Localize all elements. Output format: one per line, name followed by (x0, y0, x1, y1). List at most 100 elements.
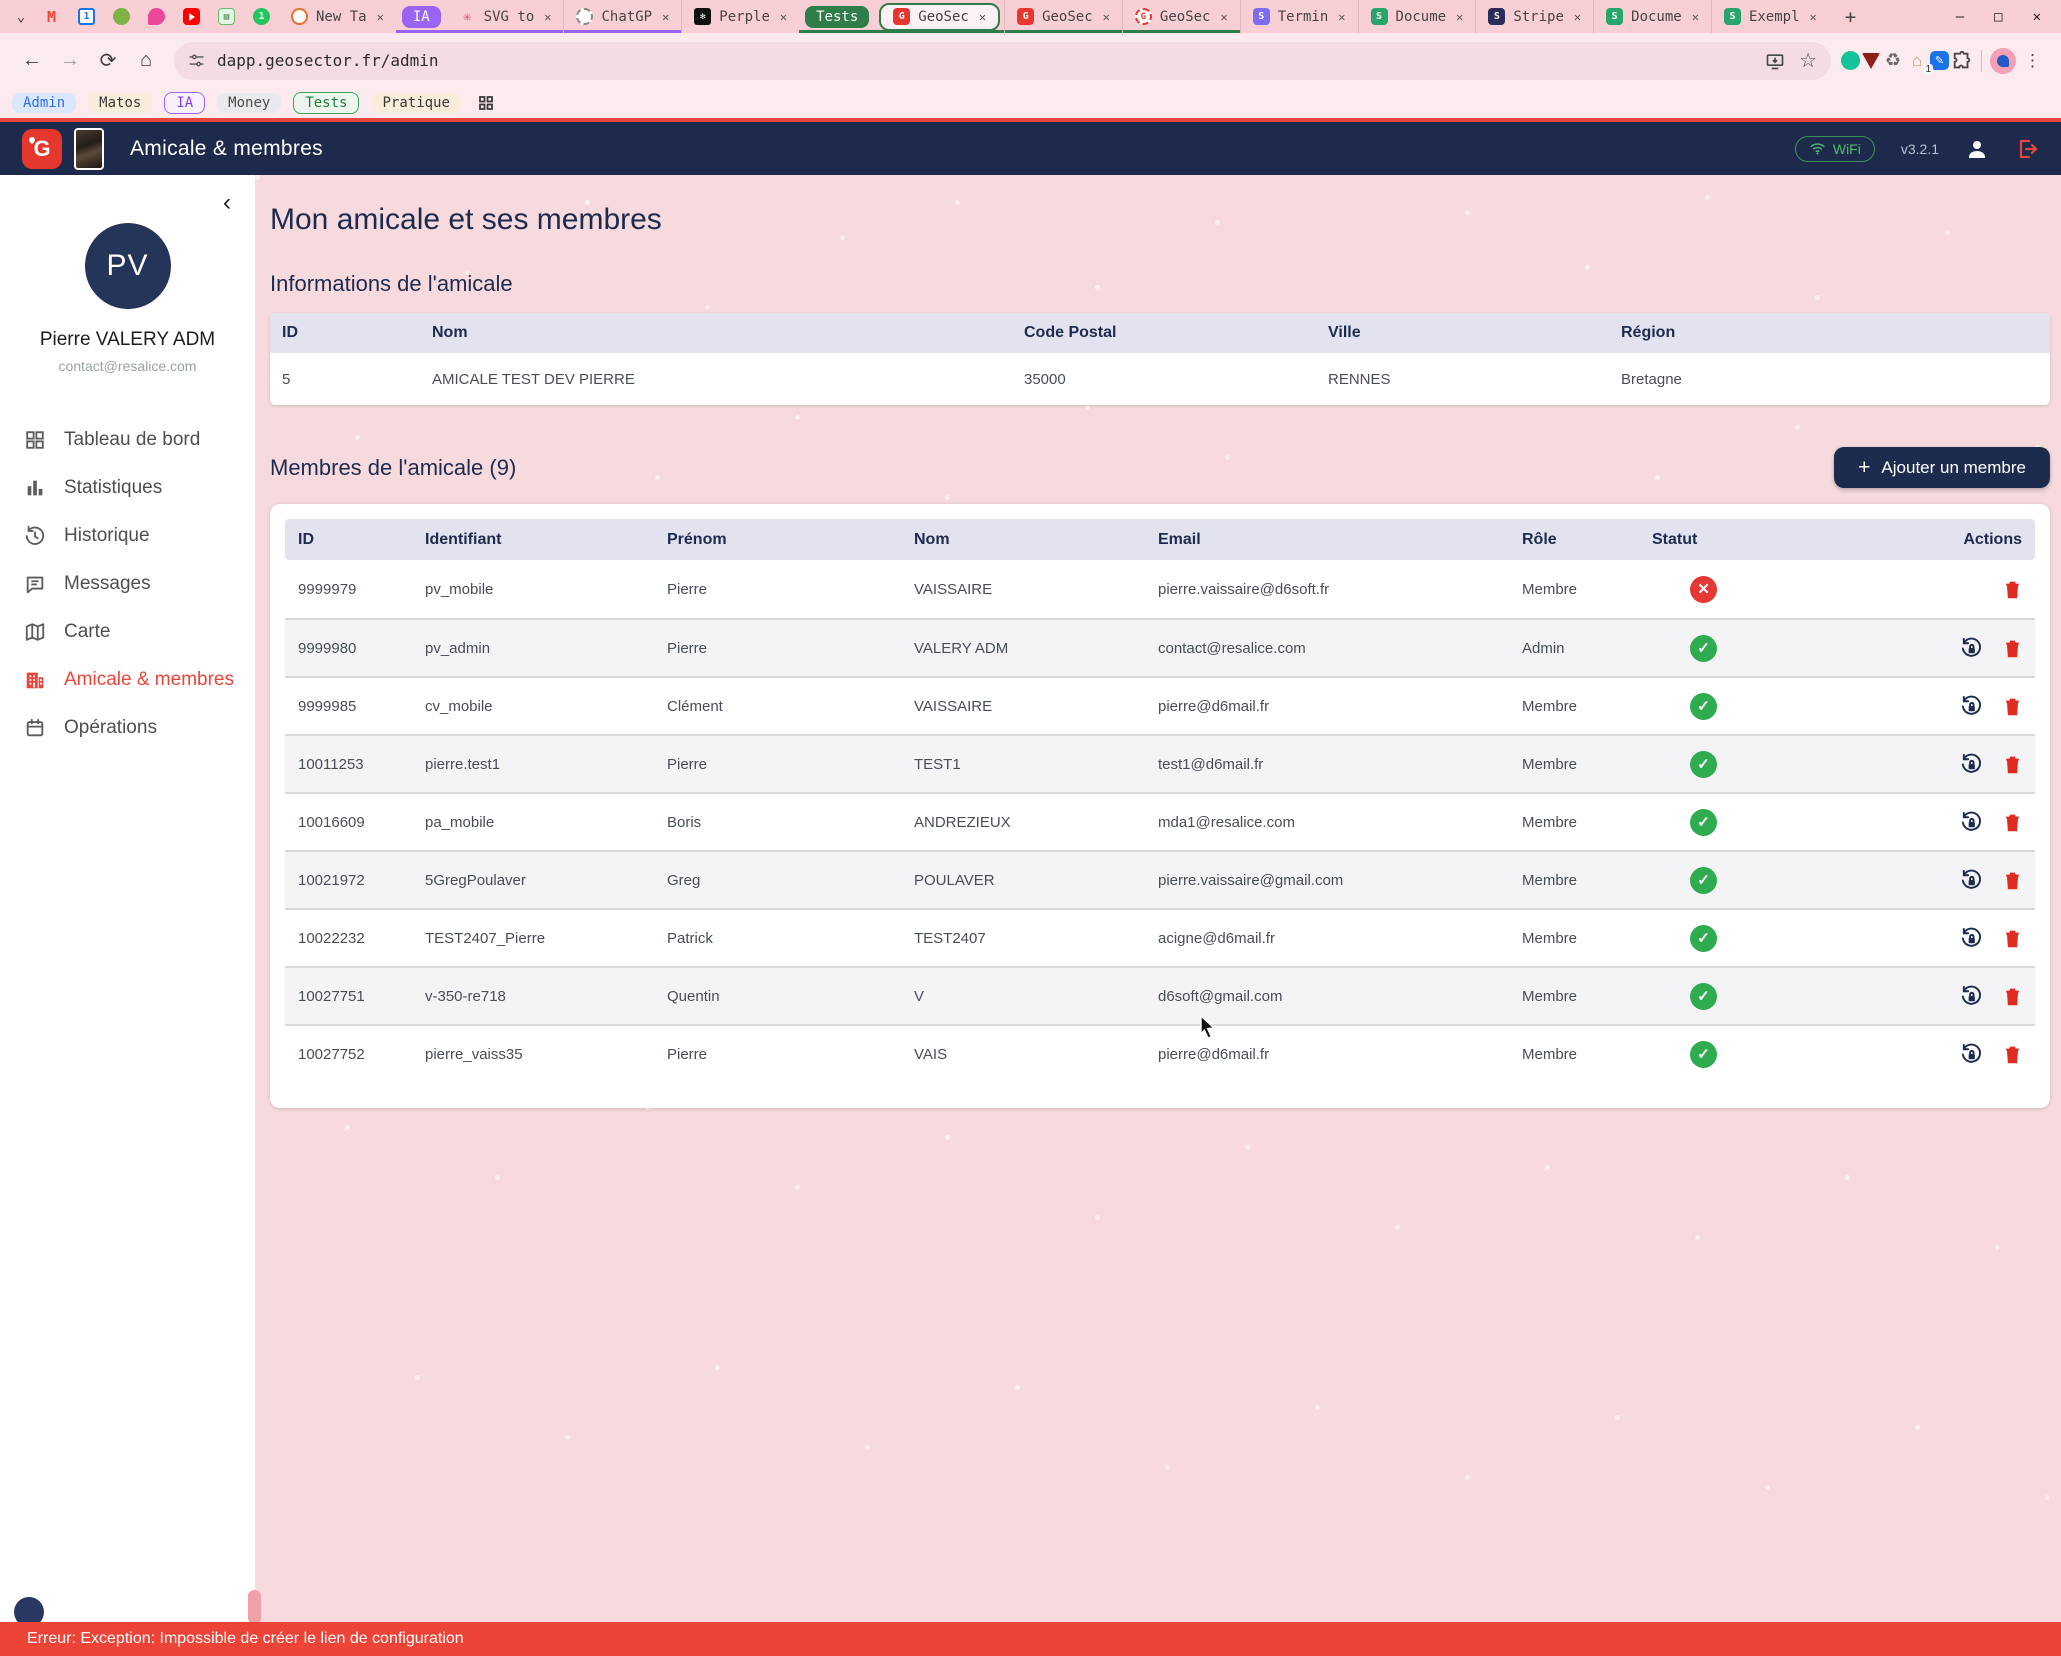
reset-password-button[interactable] (1960, 753, 1983, 776)
sidebar-item-statistiques[interactable]: Statistiques (0, 464, 255, 512)
extension-shield-icon[interactable] (1862, 53, 1880, 69)
reset-password-button[interactable] (1960, 637, 1983, 660)
delete-member-button[interactable] (2003, 638, 2022, 659)
tab-group-label[interactable]: Tests (805, 6, 869, 28)
delete-member-button[interactable] (2003, 1044, 2022, 1065)
sidebar-item-messages[interactable]: Messages (0, 560, 255, 608)
delete-member-button[interactable] (2003, 928, 2022, 949)
table-row[interactable]: 9999980 pv_admin Pierre VALERY ADM conta… (285, 618, 2035, 676)
extensions-puzzle-icon[interactable] (1951, 50, 1973, 72)
active-browser-tab[interactable]: G GeoSec ✕ (879, 3, 1000, 31)
close-tab-icon[interactable]: ✕ (660, 10, 671, 24)
bookmark-folder-tests[interactable]: Tests (293, 92, 359, 114)
reload-icon[interactable]: ⟳ (90, 43, 126, 79)
tab-search-chevron-icon[interactable]: ⌄ (8, 9, 34, 25)
add-member-button[interactable]: + Ajouter un membre (1834, 447, 2050, 488)
bookmark-folder-pratique[interactable]: Pratique (371, 93, 460, 113)
close-tab-icon[interactable]: ✕ (1808, 10, 1819, 24)
profile-avatar[interactable] (1990, 48, 2016, 74)
delete-member-button[interactable] (2003, 579, 2022, 600)
window-close-button[interactable]: ✕ (2033, 9, 2041, 25)
delete-member-button[interactable] (2003, 986, 2022, 1007)
reset-password-button[interactable] (1960, 985, 1983, 1008)
window-minimize-button[interactable]: – (1956, 9, 1964, 25)
close-tab-icon[interactable]: ✕ (1218, 10, 1229, 24)
sidebar-item-historique[interactable]: Historique (0, 512, 255, 560)
table-row[interactable]: 10022232 TEST2407_Pierre Patrick TEST240… (285, 908, 2035, 966)
geosector-logo[interactable]: G (22, 129, 62, 169)
pinned-tab-notes-icon[interactable]: ▤ (218, 8, 235, 25)
tab-group-label[interactable]: IA (402, 6, 441, 28)
header-thumbnail[interactable] (74, 128, 104, 170)
apps-grid-icon[interactable] (477, 94, 495, 112)
table-row[interactable]: 10027752 pierre_vaiss35 Pierre VAIS pier… (285, 1024, 2035, 1082)
browser-tab[interactable]: S Exempl ✕ (1711, 0, 1829, 33)
close-tab-icon[interactable]: ✕ (375, 10, 386, 24)
close-tab-icon[interactable]: ✕ (977, 10, 988, 24)
extension-grammarly-icon[interactable] (1841, 51, 1860, 70)
sidebar-item-carte[interactable]: Carte (0, 608, 255, 656)
browser-menu-icon[interactable]: ⋮ (2018, 51, 2047, 71)
browser-tab[interactable]: G GeoSec ✕ (1004, 0, 1122, 33)
sidebar-item-tableau-de-bord[interactable]: Tableau de bord (0, 416, 255, 464)
pinned-tab-leaf-icon[interactable] (113, 8, 130, 25)
bookmark-folder-ia[interactable]: IA (164, 92, 205, 114)
bookmark-folder-matos[interactable]: Matos (88, 93, 152, 113)
close-tab-icon[interactable]: ✕ (1336, 10, 1347, 24)
forward-icon[interactable]: → (52, 43, 88, 79)
sidebar-collapse-icon[interactable]: ‹ (223, 191, 231, 215)
pinned-tab-calendar-icon[interactable]: 1 (78, 8, 95, 25)
browser-tab[interactable]: S Termin ✕ (1240, 0, 1358, 33)
pinned-tab-design-icon[interactable] (148, 8, 165, 25)
close-tab-icon[interactable]: ✕ (542, 10, 553, 24)
pinned-tab-gmail-icon[interactable]: M (43, 8, 60, 25)
pinned-tab-phone-icon[interactable]: 1 (253, 8, 270, 25)
reset-password-button[interactable] (1960, 1043, 1983, 1066)
delete-member-button[interactable] (2003, 754, 2022, 775)
back-icon[interactable]: ← (14, 43, 50, 79)
extension-house-icon[interactable]: ⌂1 (1906, 50, 1928, 72)
delete-member-button[interactable] (2003, 696, 2022, 717)
close-tab-icon[interactable]: ✕ (778, 10, 789, 24)
extension-recycle-icon[interactable]: ♻ (1882, 50, 1904, 72)
table-row[interactable]: 10021972 5GregPoulaver Greg POULAVER pie… (285, 850, 2035, 908)
browser-tab[interactable]: G GeoSec ✕ (1122, 0, 1240, 33)
pinned-tab-youtube-icon[interactable] (183, 8, 200, 25)
browser-tab[interactable]: S Docume ✕ (1358, 0, 1476, 33)
bookmark-folder-admin[interactable]: Admin (12, 93, 76, 113)
address-bar[interactable]: dapp.geosector.fr/admin ☆ (174, 42, 1831, 80)
window-maximize-button[interactable]: □ (1994, 9, 2002, 25)
install-app-icon[interactable] (1765, 51, 1785, 71)
table-row[interactable]: 9999979 pv_mobile Pierre VAISSAIRE pierr… (285, 560, 2035, 618)
user-account-icon[interactable] (1965, 137, 1989, 161)
browser-tab[interactable]: S Stripe ✕ (1475, 0, 1593, 33)
close-tab-icon[interactable]: ✕ (1690, 10, 1701, 24)
logout-icon[interactable] (2015, 137, 2039, 161)
bookmark-star-icon[interactable]: ☆ (1799, 48, 1817, 73)
site-settings-icon[interactable] (188, 52, 205, 69)
reset-password-button[interactable] (1960, 811, 1983, 834)
close-tab-icon[interactable]: ✕ (1101, 10, 1112, 24)
sidebar-scrollbar-thumb[interactable] (248, 1590, 261, 1624)
new-tab-button[interactable]: + (1829, 6, 1872, 28)
bookmark-folder-money[interactable]: Money (217, 93, 281, 113)
delete-member-button[interactable] (2003, 870, 2022, 891)
reset-password-button[interactable] (1960, 927, 1983, 950)
browser-tab[interactable]: ✻ Perple ✕ (681, 0, 799, 33)
close-tab-icon[interactable]: ✕ (1572, 10, 1583, 24)
table-row[interactable]: 10011253 pierre.test1 Pierre TEST1 test1… (285, 734, 2035, 792)
browser-tab[interactable]: ✳ SVG to ✕ (447, 0, 564, 33)
reset-password-button[interactable] (1960, 869, 1983, 892)
close-tab-icon[interactable]: ✕ (1454, 10, 1465, 24)
reset-password-button[interactable] (1960, 695, 1983, 718)
browser-tab[interactable]: New Ta ✕ (279, 0, 396, 33)
browser-tab[interactable]: S Docume ✕ (1593, 0, 1711, 33)
browser-tab[interactable]: ChatGP ✕ (563, 0, 681, 33)
table-row[interactable]: 9999985 cv_mobile Clément VAISSAIRE pier… (285, 676, 2035, 734)
table-row[interactable]: 10027751 v-350-re718 Quentin V d6soft@gm… (285, 966, 2035, 1024)
table-row[interactable]: 10016609 pa_mobile Boris ANDREZIEUX mda1… (285, 792, 2035, 850)
sidebar-item-operations[interactable]: Opérations (0, 704, 255, 752)
home-icon[interactable]: ⌂ (128, 43, 164, 79)
delete-member-button[interactable] (2003, 812, 2022, 833)
sidebar-item-amicale-membres[interactable]: Amicale & membres (0, 656, 255, 704)
